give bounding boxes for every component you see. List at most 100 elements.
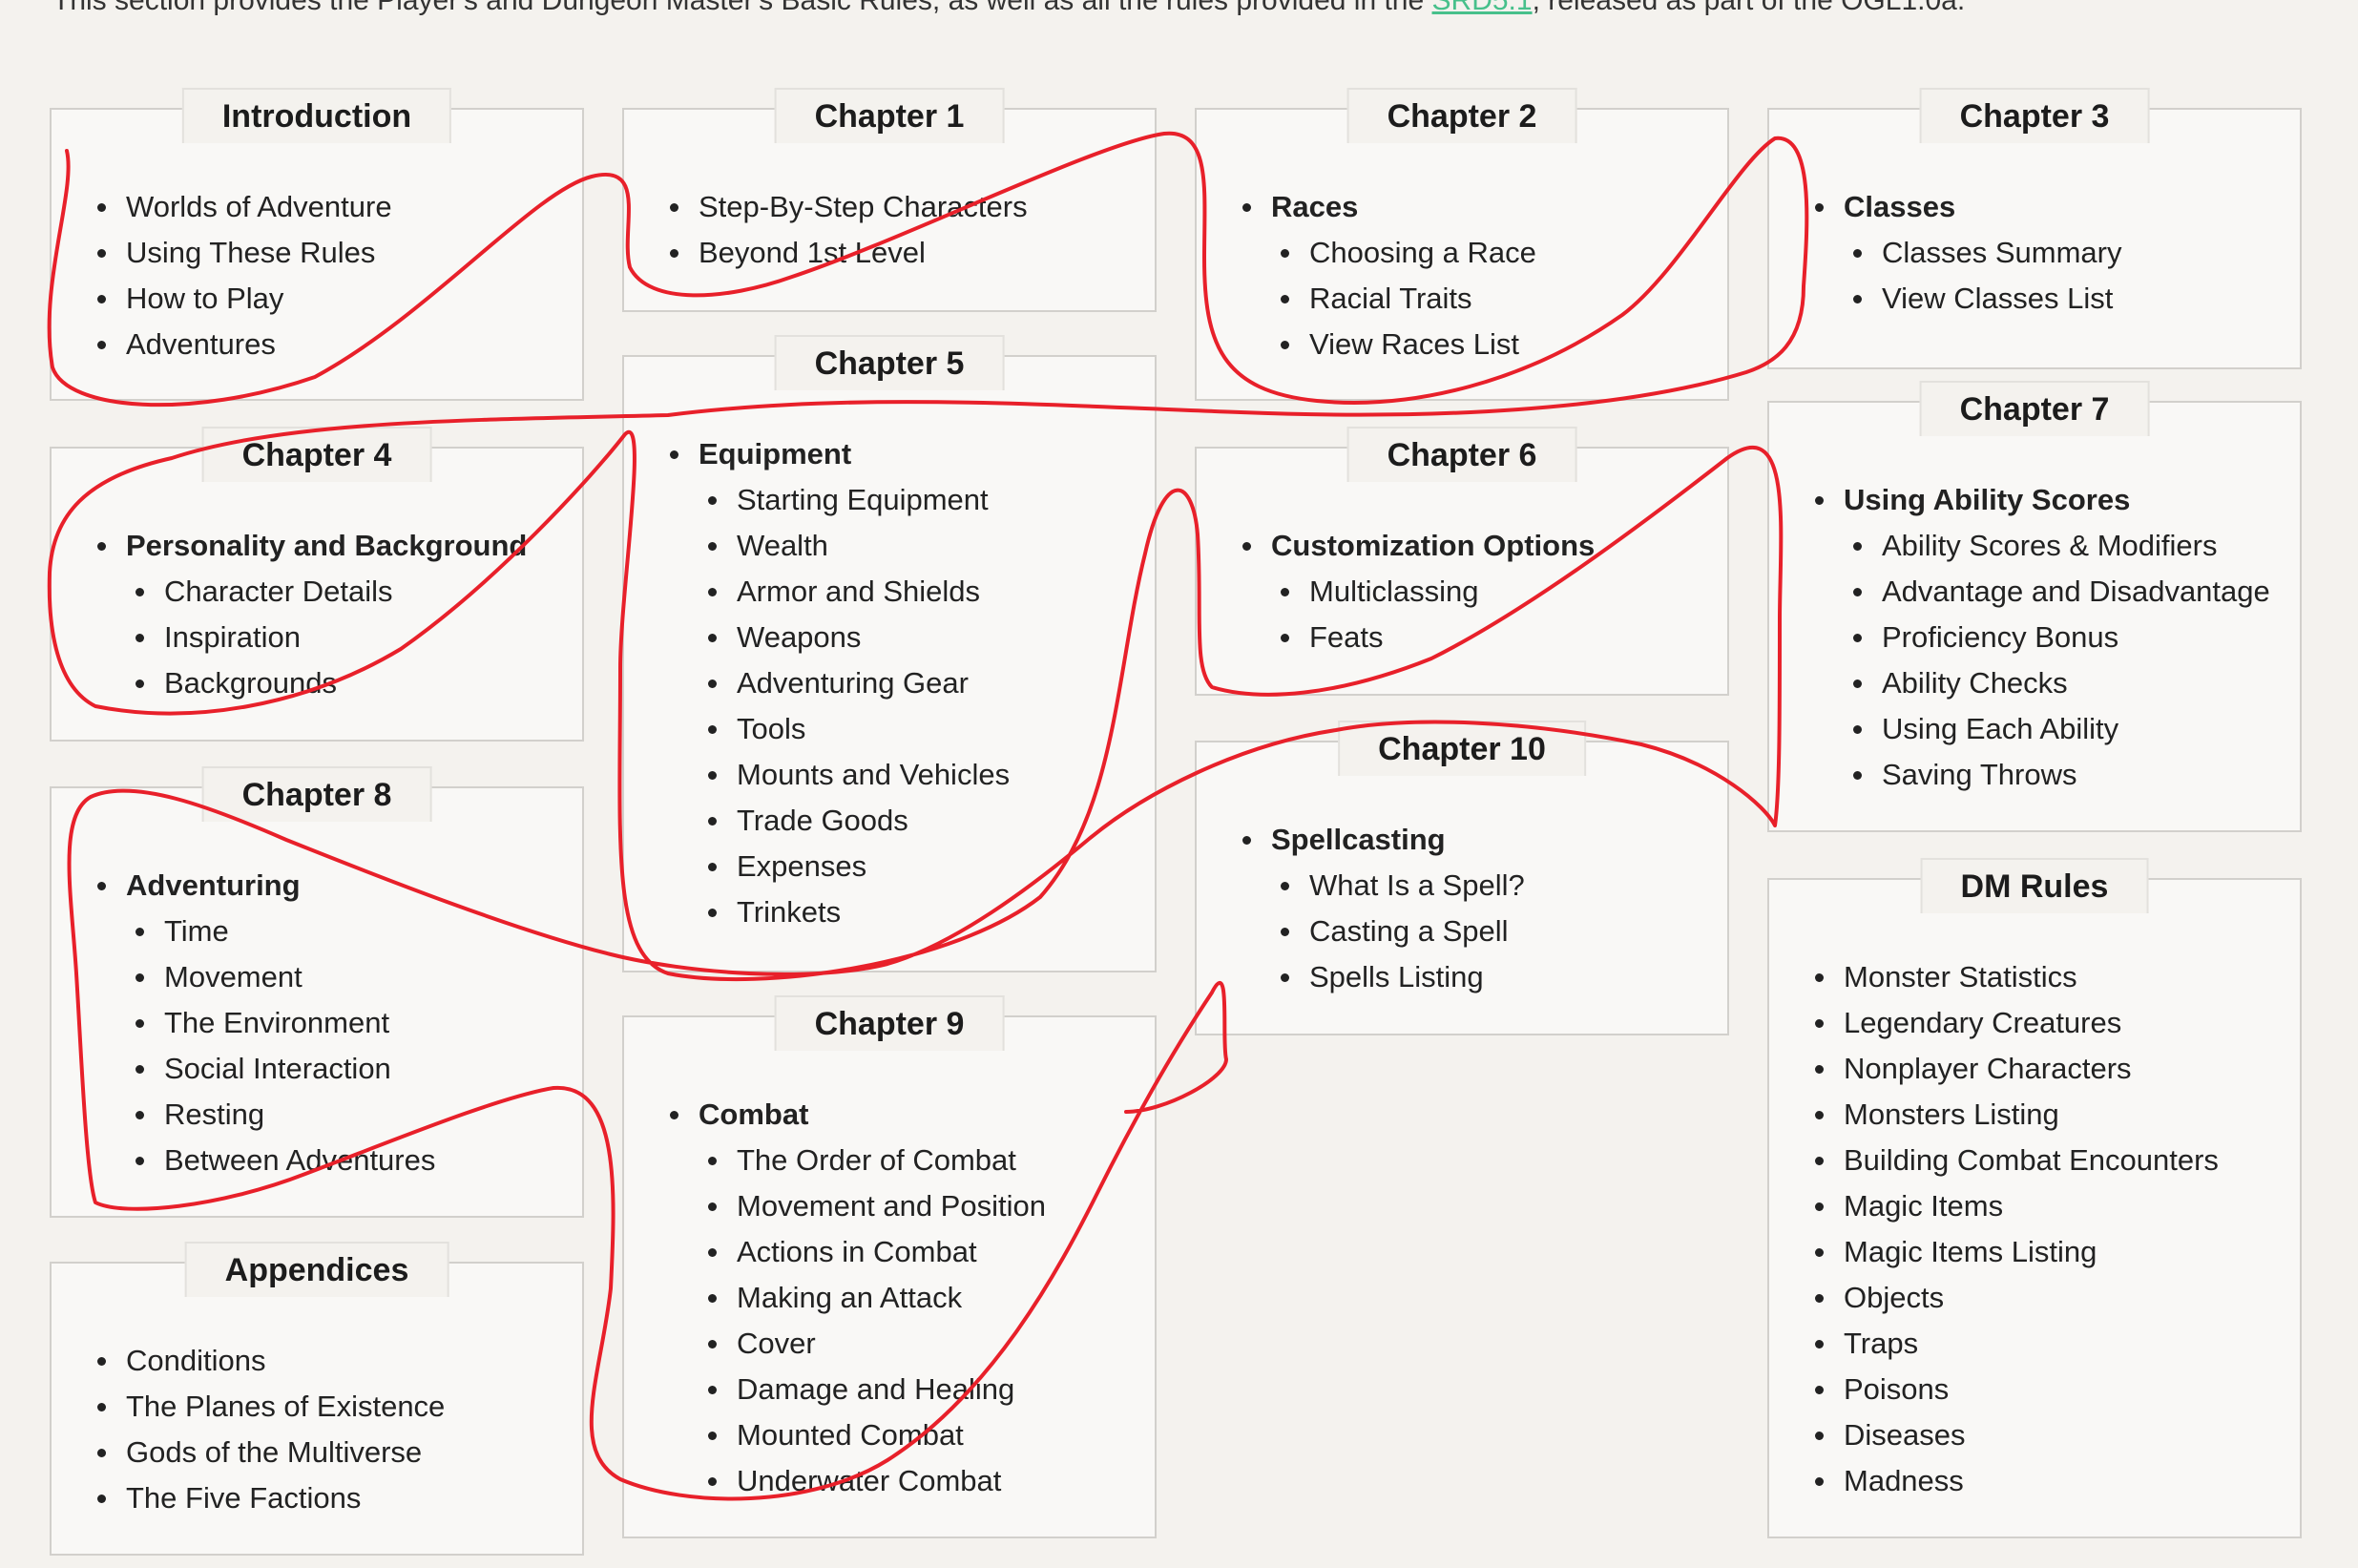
- list-item[interactable]: Social Interaction: [128, 1046, 435, 1092]
- list-item-group[interactable]: Spellcasting What Is a Spell? Casting a …: [1235, 817, 1525, 1000]
- card-chapter-9: Chapter 9 Combat The Order of Combat Mov…: [622, 995, 1157, 1538]
- list-item-group[interactable]: Equipment Starting Equipment Wealth Armo…: [662, 431, 1010, 935]
- group-label[interactable]: Customization Options: [1271, 529, 1595, 562]
- list-item[interactable]: Conditions: [90, 1338, 445, 1384]
- list-item[interactable]: View Classes List: [1846, 276, 2122, 322]
- list-item[interactable]: Building Combat Encounters: [1807, 1138, 2219, 1183]
- list-item[interactable]: Weapons: [700, 615, 1010, 660]
- item-list: Conditions The Planes of Existence Gods …: [90, 1338, 445, 1521]
- sub-list: Multiclassing Feats: [1273, 569, 1595, 660]
- list-item[interactable]: Casting a Spell: [1273, 909, 1525, 954]
- list-item[interactable]: Ability Checks: [1846, 660, 2270, 706]
- intro-text: This section provides the Player's and D…: [52, 0, 1965, 17]
- group-label[interactable]: Classes: [1844, 190, 1955, 223]
- list-item[interactable]: Making an Attack: [700, 1275, 1046, 1321]
- group-label[interactable]: Adventuring: [126, 868, 301, 902]
- list-item[interactable]: Damage and Healing: [700, 1367, 1046, 1412]
- list-item[interactable]: Time: [128, 909, 435, 954]
- list-item[interactable]: Movement and Position: [700, 1183, 1046, 1229]
- group-label[interactable]: Races: [1271, 190, 1358, 223]
- list-item[interactable]: Adventures: [90, 322, 392, 367]
- group-label[interactable]: Combat: [699, 1098, 808, 1131]
- list-item[interactable]: Diseases: [1807, 1412, 2219, 1458]
- list-item[interactable]: Backgrounds: [128, 660, 527, 706]
- list-item-group[interactable]: Classes Classes Summary View Classes Lis…: [1807, 184, 2122, 322]
- list-item[interactable]: Using These Rules: [90, 230, 392, 276]
- list-item[interactable]: Racial Traits: [1273, 276, 1536, 322]
- list-item[interactable]: Mounted Combat: [700, 1412, 1046, 1458]
- list-item[interactable]: Between Adventures: [128, 1138, 435, 1183]
- item-list: Classes Classes Summary View Classes Lis…: [1807, 184, 2122, 322]
- list-item[interactable]: Actions in Combat: [700, 1229, 1046, 1275]
- list-item[interactable]: Gods of the Multiverse: [90, 1430, 445, 1475]
- list-item[interactable]: Saving Throws: [1846, 752, 2270, 798]
- list-item[interactable]: Underwater Combat: [700, 1458, 1046, 1504]
- intro-text-before: This section provides the Player's and D…: [52, 0, 1432, 16]
- list-item-group[interactable]: Using Ability Scores Ability Scores & Mo…: [1807, 477, 2270, 798]
- list-item[interactable]: Monster Statistics: [1807, 954, 2219, 1000]
- list-item[interactable]: Beyond 1st Level: [662, 230, 1028, 276]
- list-item[interactable]: The Planes of Existence: [90, 1384, 445, 1430]
- group-label[interactable]: Spellcasting: [1271, 823, 1446, 856]
- list-item[interactable]: Objects: [1807, 1275, 2219, 1321]
- srd-link[interactable]: SRD5.1: [1432, 0, 1533, 16]
- list-item[interactable]: The Order of Combat: [700, 1138, 1046, 1183]
- card-title: Chapter 5: [774, 335, 1005, 390]
- list-item[interactable]: Multiclassing: [1273, 569, 1595, 615]
- item-list: Step-By-Step Characters Beyond 1st Level: [662, 184, 1028, 276]
- list-item[interactable]: Using Each Ability: [1846, 706, 2270, 752]
- list-item[interactable]: Cover: [700, 1321, 1046, 1367]
- list-item[interactable]: Expenses: [700, 844, 1010, 889]
- list-item[interactable]: Mounts and Vehicles: [700, 752, 1010, 798]
- list-item[interactable]: Spells Listing: [1273, 954, 1525, 1000]
- card-chapter-4: Chapter 4 Personality and Background Cha…: [50, 427, 584, 742]
- list-item[interactable]: Ability Scores & Modifiers: [1846, 523, 2270, 569]
- list-item[interactable]: The Five Factions: [90, 1475, 445, 1521]
- list-item-group[interactable]: Adventuring Time Movement The Environmen…: [90, 863, 435, 1183]
- list-item[interactable]: Movement: [128, 954, 435, 1000]
- card-dm-rules: DM Rules Monster Statistics Legendary Cr…: [1767, 858, 2302, 1538]
- card-title: Chapter 7: [1919, 381, 2150, 436]
- list-item[interactable]: Magic Items: [1807, 1183, 2219, 1229]
- list-item[interactable]: Madness: [1807, 1458, 2219, 1504]
- card-chapter-8: Chapter 8 Adventuring Time Movement The …: [50, 766, 584, 1218]
- card-title: Chapter 10: [1338, 721, 1586, 776]
- list-item[interactable]: What Is a Spell?: [1273, 863, 1525, 909]
- list-item-group[interactable]: Customization Options Multiclassing Feat…: [1235, 523, 1595, 660]
- list-item[interactable]: Classes Summary: [1846, 230, 2122, 276]
- sub-list: Choosing a Race Racial Traits View Races…: [1273, 230, 1536, 367]
- list-item[interactable]: Trinkets: [700, 889, 1010, 935]
- list-item[interactable]: Resting: [128, 1092, 435, 1138]
- group-label[interactable]: Using Ability Scores: [1844, 483, 2130, 516]
- list-item[interactable]: How to Play: [90, 276, 392, 322]
- list-item[interactable]: Tools: [700, 706, 1010, 752]
- list-item-group[interactable]: Races Choosing a Race Racial Traits View…: [1235, 184, 1536, 367]
- list-item-group[interactable]: Combat The Order of Combat Movement and …: [662, 1092, 1046, 1504]
- group-label[interactable]: Equipment: [699, 437, 851, 470]
- list-item[interactable]: Armor and Shields: [700, 569, 1010, 615]
- list-item[interactable]: The Environment: [128, 1000, 435, 1046]
- list-item[interactable]: Monsters Listing: [1807, 1092, 2219, 1138]
- list-item[interactable]: Nonplayer Characters: [1807, 1046, 2219, 1092]
- list-item[interactable]: Legendary Creatures: [1807, 1000, 2219, 1046]
- list-item[interactable]: View Races List: [1273, 322, 1536, 367]
- list-item[interactable]: Feats: [1273, 615, 1595, 660]
- group-label[interactable]: Personality and Background: [126, 529, 527, 562]
- list-item-group[interactable]: Personality and Background Character Det…: [90, 523, 527, 706]
- list-item[interactable]: Advantage and Disadvantage: [1846, 569, 2270, 615]
- list-item[interactable]: Trade Goods: [700, 798, 1010, 844]
- list-item[interactable]: Traps: [1807, 1321, 2219, 1367]
- list-item[interactable]: Wealth: [700, 523, 1010, 569]
- list-item[interactable]: Inspiration: [128, 615, 527, 660]
- list-item[interactable]: Step-By-Step Characters: [662, 184, 1028, 230]
- list-item[interactable]: Worlds of Adventure: [90, 184, 392, 230]
- list-item[interactable]: Poisons: [1807, 1367, 2219, 1412]
- card-title: Introduction: [181, 88, 452, 143]
- sub-list: What Is a Spell? Casting a Spell Spells …: [1273, 863, 1525, 1000]
- list-item[interactable]: Choosing a Race: [1273, 230, 1536, 276]
- list-item[interactable]: Magic Items Listing: [1807, 1229, 2219, 1275]
- list-item[interactable]: Character Details: [128, 569, 527, 615]
- list-item[interactable]: Proficiency Bonus: [1846, 615, 2270, 660]
- list-item[interactable]: Adventuring Gear: [700, 660, 1010, 706]
- list-item[interactable]: Starting Equipment: [700, 477, 1010, 523]
